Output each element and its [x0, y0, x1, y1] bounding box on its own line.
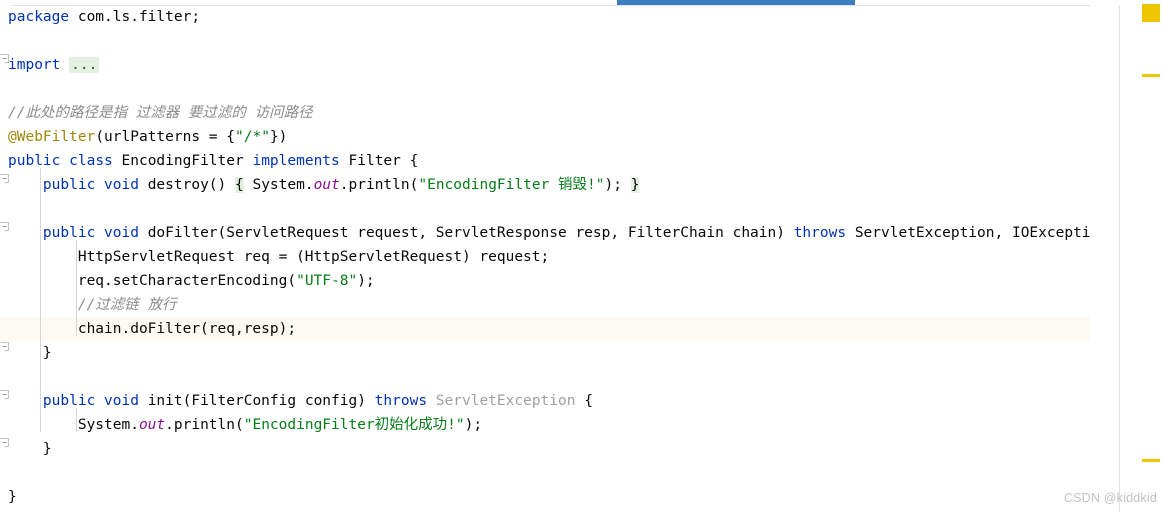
- warning-status-icon[interactable]: [1142, 4, 1160, 22]
- code-token: }: [8, 345, 52, 361]
- code-editor: package com.ls.filter; import ... //此处的路…: [0, 0, 1163, 512]
- code-line[interactable]: public void destroy() { System.out.print…: [0, 173, 1090, 197]
- code-token: package: [8, 9, 70, 25]
- guide-init-body: [76, 408, 77, 432]
- code-token: ...: [69, 57, 100, 73]
- code-line[interactable]: }: [0, 485, 1090, 509]
- code-token: );: [604, 177, 631, 193]
- code-token: init(FilterConfig config): [138, 393, 375, 409]
- code-line[interactable]: [0, 77, 1090, 101]
- code-token: .println(: [165, 417, 244, 433]
- guide-class-body: [40, 168, 41, 432]
- code-token: "EncodingFilter 销毁!": [418, 177, 605, 193]
- code-token: );: [464, 417, 483, 433]
- code-token: chain.doFilter(req,resp);: [8, 321, 297, 337]
- code-token: void: [104, 225, 139, 241]
- code-line[interactable]: package com.ls.filter;: [0, 5, 1090, 29]
- code-token: com.ls.filter;: [69, 9, 201, 25]
- code-line[interactable]: System.out.println("EncodingFilter初始化成功!…: [0, 413, 1090, 437]
- code-token: void: [104, 177, 139, 193]
- code-line[interactable]: [0, 365, 1090, 389]
- code-token: public: [42, 393, 96, 409]
- code-token: doFilter(ServletRequest request, Servlet…: [138, 225, 794, 241]
- code-token: System.: [8, 417, 139, 433]
- code-token: out: [313, 177, 340, 193]
- code-line[interactable]: [0, 197, 1090, 221]
- code-line[interactable]: public void init(FilterConfig config) th…: [0, 389, 1090, 413]
- code-line[interactable]: public class EncodingFilter implements F…: [0, 149, 1090, 173]
- code-token: .println(: [339, 177, 419, 193]
- code-token: "EncodingFilter初始化成功!": [243, 417, 465, 433]
- code-line[interactable]: HttpServletRequest req = (HttpServletReq…: [0, 245, 1090, 269]
- code-token: ServletException: [435, 393, 576, 409]
- code-token: req.setCharacterEncoding(: [8, 273, 297, 289]
- code-token: implements: [252, 153, 340, 169]
- code-token: throws: [793, 225, 847, 241]
- watermark-text: CSDN @kiddkid: [1063, 491, 1157, 505]
- code-token: class: [69, 153, 113, 169]
- guide-dofilter-body: [76, 240, 77, 336]
- code-token: ServletException, IOException {: [854, 225, 1090, 241]
- code-line[interactable]: //此处的路径是指 过滤器 要过滤的 访问路径: [0, 101, 1090, 125]
- code-content-area[interactable]: package com.ls.filter; import ... //此处的路…: [0, 5, 1090, 512]
- code-token: "/*": [235, 129, 270, 145]
- code-token: {: [575, 393, 593, 409]
- code-token: public: [42, 225, 96, 241]
- code-token: );: [357, 273, 375, 289]
- code-token: out: [138, 417, 166, 433]
- code-line[interactable]: public void doFilter(ServletRequest requ…: [0, 221, 1090, 245]
- warning-stripe-marker[interactable]: [1142, 459, 1160, 462]
- code-token: public: [42, 177, 96, 193]
- code-line-caret[interactable]: chain.doFilter(req,resp);: [0, 317, 1090, 341]
- code-line[interactable]: [0, 29, 1090, 53]
- code-token: public: [8, 153, 61, 169]
- code-token: }: [8, 441, 52, 457]
- code-token: }): [269, 129, 288, 145]
- code-line[interactable]: @WebFilter(urlPatterns = {"/*"}): [0, 125, 1090, 149]
- code-line[interactable]: [0, 461, 1090, 485]
- code-token: }: [8, 489, 17, 505]
- code-token: HttpServletRequest req = (HttpServletReq…: [8, 249, 550, 265]
- code-token: //过滤链 放行: [77, 297, 177, 313]
- warning-stripe-marker[interactable]: [1142, 74, 1160, 77]
- code-token: "UTF-8": [296, 273, 358, 289]
- code-token: {: [235, 177, 244, 193]
- code-token: void: [104, 393, 139, 409]
- code-token: }: [630, 177, 640, 193]
- code-line[interactable]: req.setCharacterEncoding("UTF-8");: [0, 269, 1090, 293]
- code-token: destroy(): [138, 177, 235, 193]
- code-line[interactable]: import ...: [0, 53, 1090, 77]
- code-token: import: [8, 57, 61, 73]
- code-line[interactable]: }: [0, 437, 1090, 461]
- error-stripe-panel[interactable]: [1120, 0, 1163, 512]
- code-token: EncodingFilter: [112, 153, 253, 169]
- code-token: //此处的路径是指 过滤器 要过滤的 访问路径: [8, 105, 313, 121]
- code-line[interactable]: }: [0, 341, 1090, 365]
- code-token: (urlPatterns = {: [95, 129, 235, 145]
- code-token: throws: [374, 393, 428, 409]
- code-token: System.: [243, 177, 314, 193]
- code-token: Filter {: [339, 153, 419, 169]
- code-token: @WebFilter: [8, 129, 96, 145]
- code-line[interactable]: //过滤链 放行: [0, 293, 1090, 317]
